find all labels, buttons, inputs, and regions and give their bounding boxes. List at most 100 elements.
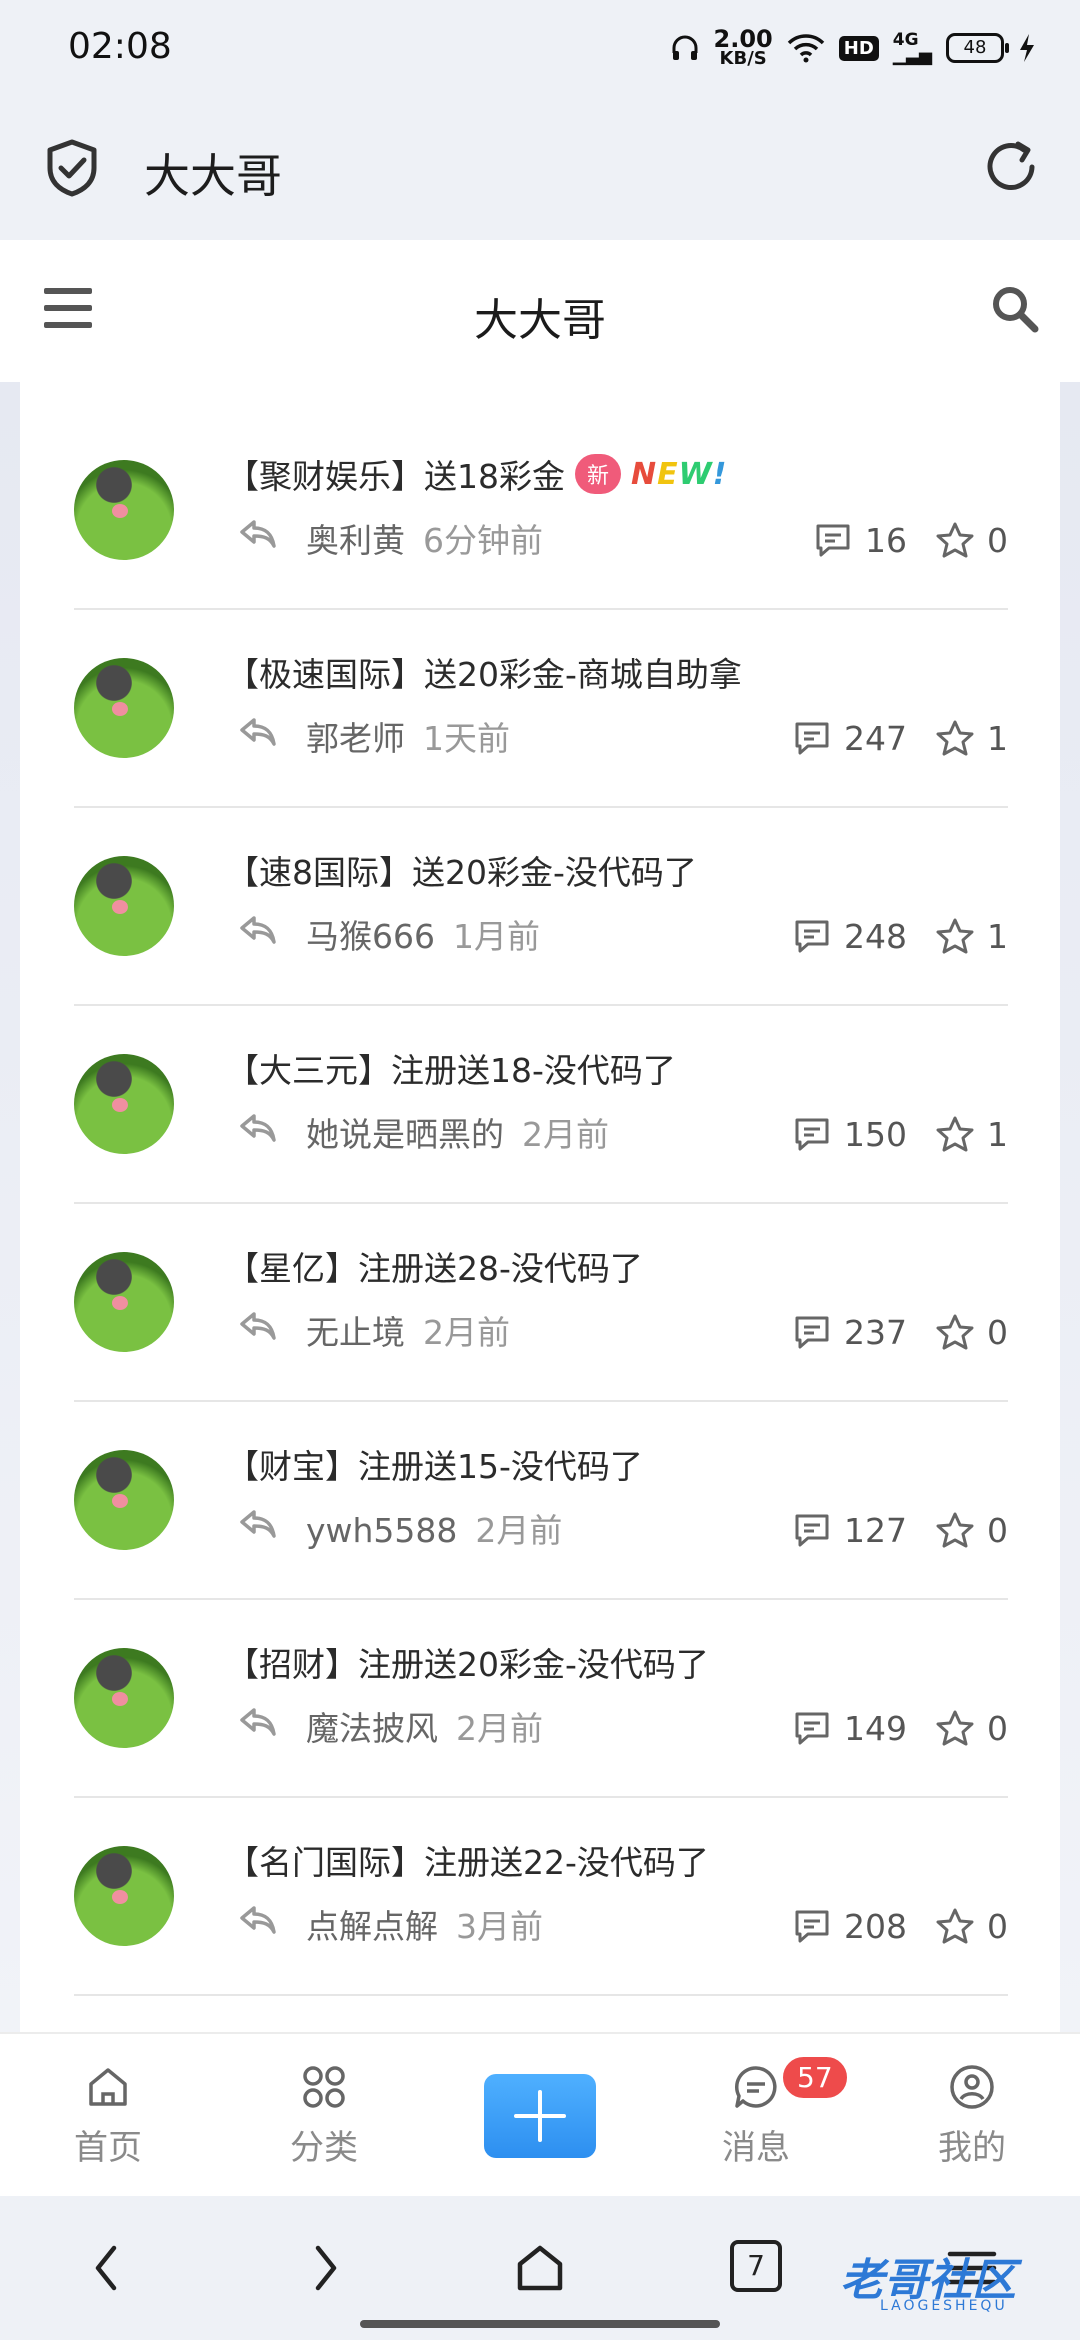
post-item[interactable]: 【名门国际】注册送22-没代码了 点解点解 3月前 208 0 (74, 1798, 1008, 1996)
comment-icon (795, 1118, 829, 1151)
avatar[interactable] (74, 658, 174, 758)
comment-count: 150 (844, 1114, 907, 1154)
post-stats: 127 0 (792, 1510, 1008, 1550)
post-title[interactable]: 【财宝】注册送15-没代码了 (226, 1440, 643, 1488)
post-item[interactable]: 【招财】注册送20彩金-没代码了 魔法披风 2月前 149 0 (74, 1600, 1008, 1798)
home-nav-icon[interactable] (510, 2238, 570, 2298)
reply-icon (240, 1312, 276, 1340)
post-item[interactable]: 【星亿】注册送28-没代码了 无止境 2月前 237 0 (74, 1204, 1008, 1402)
avatar[interactable] (74, 1450, 174, 1550)
post-stats: 208 0 (792, 1906, 1008, 1946)
post-time: 2月前 (522, 1115, 609, 1154)
browser-page-title: 大大哥 (144, 149, 282, 203)
post-author[interactable]: 郭老师 (306, 719, 405, 758)
reply-icon (240, 1906, 276, 1934)
avatar[interactable] (74, 1846, 174, 1946)
tab-mine-label: 我的 (938, 2128, 1006, 2168)
tab-category[interactable]: 分类 (264, 2062, 384, 2169)
tab-home[interactable]: 首页 (48, 2062, 168, 2169)
reply-icon (240, 1114, 276, 1142)
star-icon[interactable] (935, 1510, 975, 1550)
forward-icon[interactable] (294, 2238, 354, 2298)
avatar[interactable] (74, 1054, 174, 1154)
post-time: 3月前 (456, 1907, 543, 1946)
tab-messages-label: 消息 (722, 2128, 790, 2168)
post-stats: 247 1 (792, 718, 1008, 758)
avatar[interactable] (74, 460, 174, 560)
post-author[interactable]: 点解点解 (306, 1907, 438, 1946)
star-icon[interactable] (935, 1906, 975, 1946)
star-icon[interactable] (935, 718, 975, 758)
comment-count: 127 (844, 1510, 907, 1550)
back-icon[interactable] (78, 2238, 138, 2298)
post-stats: 248 1 (792, 916, 1008, 956)
post-item[interactable]: 【财宝】注册送15-没代码了 ywh5588 2月前 127 0 (74, 1402, 1008, 1600)
home-icon (89, 2068, 127, 2106)
post-meta: 郭老师 1天前 (306, 712, 510, 760)
post-meta: 点解点解 3月前 (306, 1900, 543, 1948)
star-count: 1 (987, 1114, 1008, 1154)
site-header: 大大哥 (0, 240, 1080, 382)
post-title[interactable]: 【速8国际】送20彩金-没代码了 (226, 846, 697, 894)
status-bar: 02:08 2.00 KB/S HD 4G ▁▃▅ 48 (0, 0, 1080, 96)
comment-count: 16 (865, 520, 907, 560)
wifi-icon (787, 34, 824, 63)
comment-count: 247 (844, 718, 907, 758)
star-icon[interactable] (935, 1114, 975, 1154)
tab-mine[interactable]: 我的 (912, 2062, 1032, 2169)
post-time: 1月前 (453, 917, 540, 956)
star-icon[interactable] (935, 1708, 975, 1748)
search-icon[interactable] (990, 284, 1040, 334)
post-author[interactable]: 她说是晒黑的 (306, 1115, 504, 1154)
post-title[interactable]: 【聚财娱乐】送18彩金 新 NEW! (226, 450, 727, 498)
post-stats: 16 0 (813, 520, 1008, 560)
shield-check-icon[interactable] (44, 138, 100, 198)
grid-icon (303, 2066, 345, 2108)
post-time: 6分钟前 (423, 521, 543, 560)
post-author[interactable]: 魔法披风 (306, 1709, 438, 1748)
reply-icon (240, 916, 276, 944)
post-author[interactable]: 奥利黄 (306, 521, 405, 560)
post-title[interactable]: 【极速国际】送20彩金-商城自助拿 (226, 648, 742, 696)
site-title: 大大哥 (474, 295, 606, 346)
comment-icon (795, 722, 829, 755)
post-author[interactable]: ywh5588 (306, 1511, 457, 1550)
comment-icon (795, 1514, 829, 1547)
comment-count: 237 (844, 1312, 907, 1352)
star-icon[interactable] (935, 520, 975, 560)
post-list: 【聚财娱乐】送18彩金 新 NEW! 奥利黄 6分钟前 16 0 【极速国际】送2… (20, 382, 1060, 2032)
post-author[interactable]: 无止境 (306, 1313, 405, 1352)
avatar[interactable] (74, 1648, 174, 1748)
avatar[interactable] (74, 856, 174, 956)
post-item[interactable]: 【聚财娱乐】送18彩金 新 NEW! 奥利黄 6分钟前 16 0 (74, 412, 1008, 610)
post-item[interactable]: 【极速国际】送20彩金-商城自助拿 郭老师 1天前 247 1 (74, 610, 1008, 808)
post-author[interactable]: 马猴666 (306, 917, 435, 956)
status-time: 02:08 (68, 26, 172, 67)
post-title[interactable]: 【名门国际】注册送22-没代码了 (226, 1836, 709, 1884)
post-meta: 魔法披风 2月前 (306, 1702, 543, 1750)
post-item[interactable]: 【大三元】注册送18-没代码了 她说是晒黑的 2月前 150 1 (74, 1006, 1008, 1204)
signal-4g: 4G ▁▃▅ (892, 30, 932, 66)
post-stats: 237 0 (792, 1312, 1008, 1352)
messages-badge: 57 (780, 2054, 850, 2101)
avatar[interactable] (74, 1252, 174, 1352)
comment-icon (795, 1910, 829, 1943)
post-stats: 149 0 (792, 1708, 1008, 1748)
star-icon[interactable] (935, 1312, 975, 1352)
add-post-button[interactable] (484, 2074, 596, 2158)
post-item[interactable]: 【速8国际】送20彩金-没代码了 马猴666 1月前 248 1 (74, 808, 1008, 1006)
star-count: 0 (987, 520, 1008, 560)
star-icon[interactable] (935, 916, 975, 956)
status-icons: 2.00 KB/S HD 4G ▁▃▅ 48 (670, 24, 1036, 72)
reload-icon[interactable] (982, 138, 1040, 196)
post-title[interactable]: 【大三元】注册送18-没代码了 (226, 1044, 676, 1092)
post-title[interactable]: 【招财】注册送20彩金-没代码了 (226, 1638, 709, 1686)
tabs-count-button[interactable]: 7 (730, 2240, 782, 2292)
star-count: 1 (987, 718, 1008, 758)
comment-count: 248 (844, 916, 907, 956)
star-count: 1 (987, 916, 1008, 956)
post-title-text[interactable]: 【聚财娱乐】送18彩金 (226, 450, 565, 498)
comment-icon (816, 524, 850, 557)
tab-category-label: 分类 (290, 2128, 358, 2168)
post-title[interactable]: 【星亿】注册送28-没代码了 (226, 1242, 643, 1290)
